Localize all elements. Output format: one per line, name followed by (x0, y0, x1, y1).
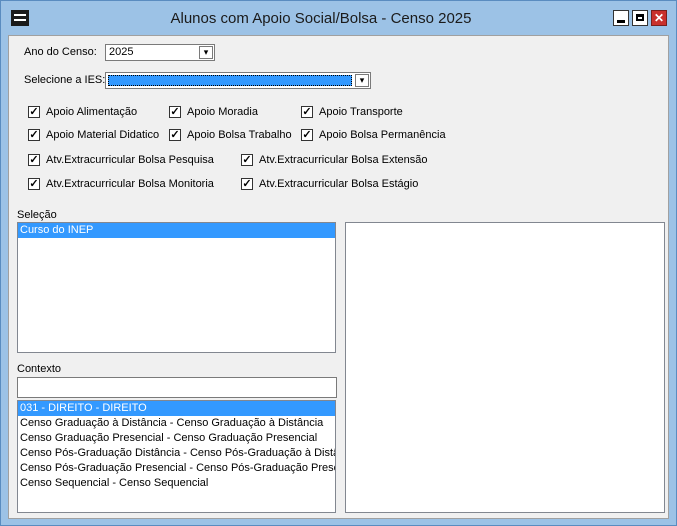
checkbox-label: Atv.Extracurricular Bolsa Pesquisa (46, 154, 214, 166)
contexto-list[interactable]: 031 - DIREITO - DIREITO Censo Graduação … (17, 400, 336, 513)
maximize-button[interactable] (632, 10, 648, 26)
title-bar[interactable]: Alunos com Apoio Social/Bolsa - Censo 20… (1, 1, 676, 35)
list-item[interactable]: Censo Graduação Presencial - Censo Gradu… (18, 431, 335, 446)
check-icon[interactable]: ✓ (241, 178, 253, 190)
list-item[interactable]: Curso do INEP (18, 223, 335, 238)
minimize-icon (617, 20, 625, 23)
check-icon[interactable]: ✓ (28, 178, 40, 190)
selecao-list[interactable]: Curso do INEP (17, 222, 336, 353)
list-item[interactable]: Censo Sequencial - Censo Sequencial (18, 476, 335, 491)
checkbox-label: Atv.Extracurricular Bolsa Extensão (259, 154, 428, 166)
ano-label: Ano do Censo: (24, 46, 97, 58)
ies-label: Selecione a IES: (24, 74, 106, 86)
ies-selection-highlight (108, 75, 352, 86)
close-button[interactable]: ✕ (651, 10, 667, 26)
maximize-icon (636, 14, 644, 21)
window-title: Alunos com Apoio Social/Bolsa - Censo 20… (170, 10, 472, 27)
checkbox-label: Apoio Material Didatico (46, 129, 160, 141)
checkbox-label: Apoio Bolsa Trabalho (187, 129, 292, 141)
check-icon[interactable]: ✓ (241, 154, 253, 166)
contexto-label: Contexto (17, 363, 62, 375)
list-item[interactable]: Censo Pós-Graduação Presencial - Censo P… (18, 461, 335, 476)
check-icon[interactable]: ✓ (169, 129, 181, 141)
check-icon[interactable]: ✓ (301, 106, 313, 118)
close-icon: ✕ (653, 11, 665, 25)
checkbox-label: Apoio Bolsa Permanência (319, 129, 446, 141)
check-icon[interactable]: ✓ (28, 129, 40, 141)
check-icon[interactable]: ✓ (301, 129, 313, 141)
chevron-down-icon[interactable]: ▾ (199, 46, 213, 59)
detail-list[interactable] (345, 222, 665, 513)
check-icon[interactable]: ✓ (28, 106, 40, 118)
minimize-button[interactable] (613, 10, 629, 26)
checkbox-label: Atv.Extracurricular Bolsa Estágio (259, 178, 419, 190)
list-item[interactable]: Censo Pós-Graduação Distância - Censo Pó… (18, 446, 335, 461)
ano-value: 2025 (109, 46, 134, 58)
selecao-label: Seleção (17, 209, 57, 221)
list-item[interactable]: 031 - DIREITO - DIREITO (18, 401, 335, 416)
checkbox-label: Apoio Moradia (187, 106, 258, 118)
ano-select[interactable]: 2025 ▾ (105, 44, 215, 61)
app-window: Alunos com Apoio Social/Bolsa - Censo 20… (0, 0, 677, 526)
chevron-down-icon[interactable]: ▾ (355, 74, 369, 87)
ies-select[interactable]: ▾ (105, 72, 371, 89)
checkbox-label: Apoio Alimentação (46, 106, 138, 118)
checkbox-label: Atv.Extracurricular Bolsa Monitoria (46, 178, 214, 190)
contexto-filter-input[interactable] (17, 377, 337, 398)
form-area: Ano do Censo: 2025 ▾ Selecione a IES: ▾ … (8, 35, 669, 519)
check-icon[interactable]: ✓ (28, 154, 40, 166)
checkbox-label: Apoio Transporte (319, 106, 403, 118)
list-item[interactable]: Censo Graduação à Distância - Censo Grad… (18, 416, 335, 431)
check-icon[interactable]: ✓ (169, 106, 181, 118)
